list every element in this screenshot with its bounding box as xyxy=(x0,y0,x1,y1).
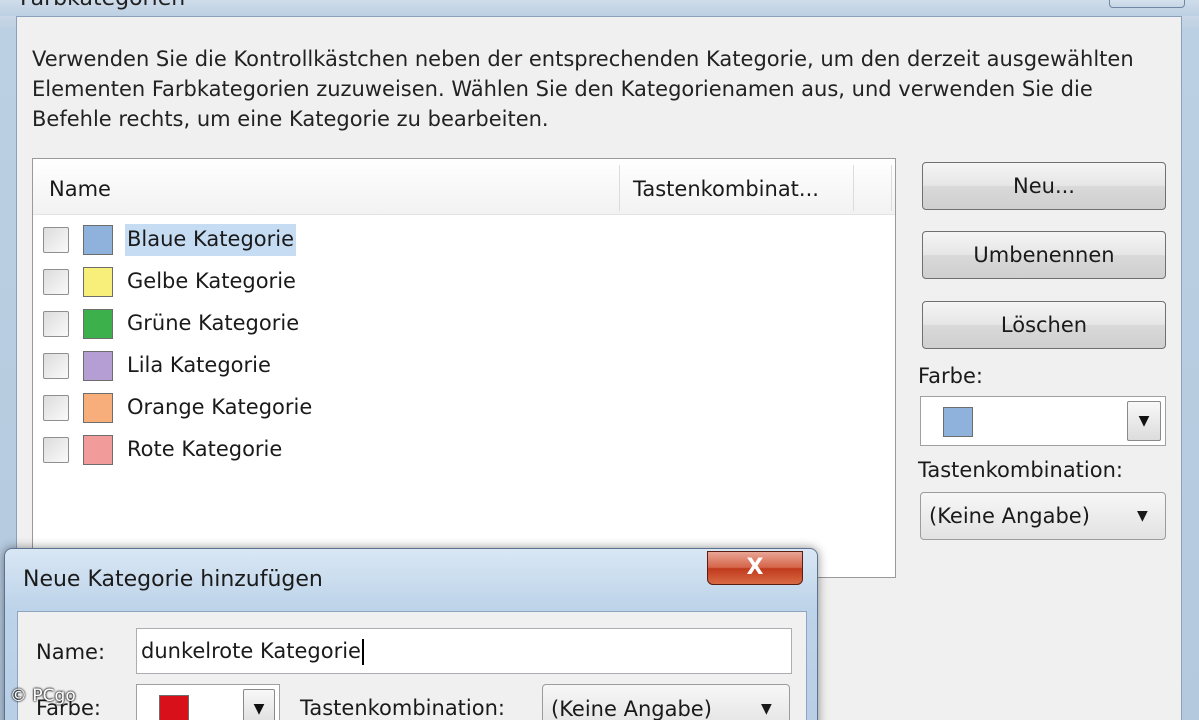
new-category-form: Name: dunkelrote Kategorie Farbe: ▼ Tast… xyxy=(17,611,807,720)
category-checkbox[interactable] xyxy=(43,227,69,253)
category-checkbox[interactable] xyxy=(43,353,69,379)
category-color-swatch xyxy=(83,393,113,423)
selected-color-swatch xyxy=(943,407,973,437)
close-button[interactable]: X xyxy=(707,551,803,585)
color-label: Farbe: xyxy=(918,364,983,388)
list-item[interactable]: Orange Kategorie xyxy=(33,387,893,429)
category-label[interactable]: Grüne Kategorie xyxy=(125,308,301,340)
list-header: Name Tastenkombinat... xyxy=(33,159,895,215)
shortcut-value: (Keine Angabe) xyxy=(929,504,1090,528)
column-header-shortcut[interactable]: Tastenkombinat... xyxy=(633,177,819,201)
name-label: Name: xyxy=(36,640,106,664)
category-color-swatch xyxy=(83,267,113,297)
category-label[interactable]: Lila Kategorie xyxy=(125,350,273,382)
new-color-picker[interactable]: ▼ xyxy=(136,684,280,720)
new-shortcut-select[interactable]: (Keine Angabe) ▼ xyxy=(542,684,790,720)
title-bar: Farbkategorien xyxy=(0,0,1199,16)
new-shortcut-value: (Keine Angabe) xyxy=(551,697,712,720)
rename-button[interactable]: Umbenennen xyxy=(922,231,1166,279)
dialog-description: Verwenden Sie die Kontrollkästchen neben… xyxy=(32,47,1134,131)
column-divider xyxy=(853,165,854,211)
new-category-button[interactable]: Neu... xyxy=(922,162,1166,210)
text-caret xyxy=(361,639,364,665)
shortcut-label: Tastenkombination: xyxy=(918,458,1123,482)
category-list[interactable]: Name Tastenkombinat... Blaue Kategorie G… xyxy=(32,158,896,578)
category-checkbox[interactable] xyxy=(43,311,69,337)
delete-button[interactable]: Löschen xyxy=(922,301,1166,349)
close-icon: X xyxy=(746,555,764,580)
category-label[interactable]: Blaue Kategorie xyxy=(125,224,297,256)
list-item[interactable]: Grüne Kategorie xyxy=(33,303,893,345)
category-color-swatch xyxy=(83,309,113,339)
watermark: © PCgo xyxy=(10,686,76,706)
chevron-down-icon: ▼ xyxy=(1137,508,1148,524)
category-color-swatch xyxy=(83,225,113,255)
new-category-dialog: Neue Kategorie hinzufügen X Name: dunkel… xyxy=(4,548,818,720)
shortcut-select[interactable]: (Keine Angabe) ▼ xyxy=(920,492,1166,540)
category-color-swatch xyxy=(83,435,113,465)
name-input-value: dunkelrote Kategorie xyxy=(141,639,361,663)
category-checkbox[interactable] xyxy=(43,269,69,295)
category-checkbox[interactable] xyxy=(43,395,69,421)
new-shortcut-label: Tastenkombination: xyxy=(300,696,505,720)
category-label[interactable]: Gelbe Kategorie xyxy=(125,266,298,298)
chevron-down-icon[interactable]: ▼ xyxy=(1127,401,1161,441)
category-label[interactable]: Orange Kategorie xyxy=(125,392,314,424)
category-rows: Blaue Kategorie Gelbe Kategorie Grüne Ka… xyxy=(33,219,893,471)
category-label[interactable]: Rote Kategorie xyxy=(125,434,284,466)
column-divider xyxy=(891,165,892,211)
new-category-dialog-title: Neue Kategorie hinzufügen xyxy=(23,567,323,592)
column-divider xyxy=(619,165,620,211)
column-header-name[interactable]: Name xyxy=(49,177,111,201)
list-item[interactable]: Gelbe Kategorie xyxy=(33,261,893,303)
name-input[interactable]: dunkelrote Kategorie xyxy=(136,628,792,674)
chevron-down-icon[interactable]: ▼ xyxy=(243,689,275,720)
title-close-button[interactable] xyxy=(1109,0,1185,8)
chevron-down-icon: ▼ xyxy=(761,701,772,717)
dialog-title: Farbkategorien xyxy=(20,0,185,11)
category-color-swatch xyxy=(83,351,113,381)
list-item[interactable]: Lila Kategorie xyxy=(33,345,893,387)
list-item[interactable]: Rote Kategorie xyxy=(33,429,893,471)
color-picker[interactable]: ▼ xyxy=(920,396,1166,446)
list-item[interactable]: Blaue Kategorie xyxy=(33,219,893,261)
category-checkbox[interactable] xyxy=(43,437,69,463)
selected-color-swatch xyxy=(159,695,189,720)
